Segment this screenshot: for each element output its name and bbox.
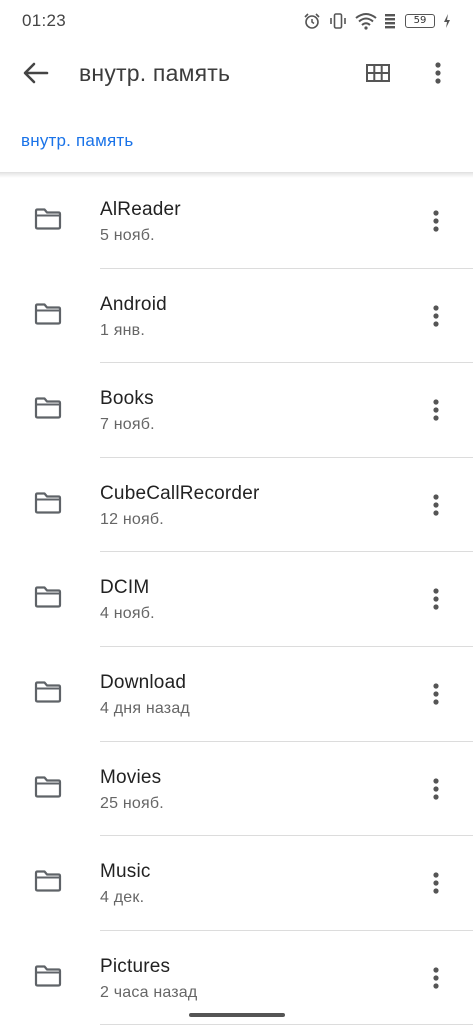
back-button[interactable] <box>20 59 52 87</box>
folder-icon <box>34 208 62 230</box>
charging-icon <box>443 14 451 28</box>
more-vert-icon <box>433 210 439 232</box>
item-more-button[interactable] <box>424 681 448 707</box>
folder-name: Books <box>100 388 154 410</box>
folder-name: DCIM <box>100 577 150 599</box>
vibrate-icon <box>329 12 347 30</box>
app-bar: внутр. память <box>0 42 473 104</box>
more-vert-icon <box>433 967 439 989</box>
list-item[interactable]: CubeCallRecorder 12 нояб. <box>0 458 473 553</box>
folder-date: 4 нояб. <box>100 605 155 623</box>
folder-icon <box>34 775 62 798</box>
more-vert-icon <box>433 777 439 800</box>
item-more-button[interactable] <box>424 776 448 802</box>
more-vert-icon <box>433 683 439 705</box>
item-more-button[interactable] <box>424 965 448 991</box>
item-more-button[interactable] <box>424 397 448 423</box>
arrow-back-icon <box>23 62 49 84</box>
folder-icon <box>34 397 62 419</box>
more-vert-icon <box>433 494 439 516</box>
folder-icon <box>34 870 62 892</box>
home-indicator[interactable] <box>189 1013 285 1017</box>
folder-name: AlReader <box>100 199 181 220</box>
folder-list: AlReader 5 нояб. Android 1 янв. Books 7 нояб.… <box>0 174 473 1025</box>
folder-name: Movies <box>100 766 162 788</box>
list-item[interactable]: Download 4 дня назад <box>0 647 473 742</box>
breadcrumb[interactable]: внутр. память <box>21 131 133 151</box>
list-item[interactable]: Pictures 2 часа назад <box>0 931 473 1025</box>
status-bar: 01:23 59 <box>0 0 473 42</box>
list-item[interactable]: Android 1 янв. <box>0 269 473 364</box>
folder-name: CubeCallRecorder <box>100 482 260 504</box>
alarm-icon <box>303 12 321 30</box>
item-more-button[interactable] <box>424 870 448 896</box>
item-more-button[interactable] <box>424 303 448 329</box>
more-options-button[interactable] <box>426 59 450 87</box>
folder-name: Music <box>100 861 151 883</box>
folder-name: Download <box>100 671 187 693</box>
list-item[interactable]: AlReader 5 нояб. <box>0 174 473 269</box>
battery-level: 59 <box>413 15 427 26</box>
folder-date: 5 нояб. <box>100 227 155 244</box>
folder-icon <box>34 586 62 608</box>
list-item[interactable]: DCIM 4 нояб. <box>0 552 473 647</box>
status-time: 01:23 <box>22 11 67 30</box>
item-more-button[interactable] <box>424 208 448 234</box>
folder-date: 25 нояб. <box>100 794 164 812</box>
more-vert-icon <box>433 588 439 610</box>
folder-date: 12 нояб. <box>100 510 164 528</box>
battery-icon: 59 <box>405 14 435 28</box>
list-item[interactable]: Music 4 дек. <box>0 836 473 931</box>
folder-name: Android <box>100 293 167 315</box>
item-more-button[interactable] <box>424 492 448 518</box>
folder-date: 4 дек. <box>100 889 145 907</box>
status-icons: 59 <box>303 12 451 30</box>
more-vert-icon <box>435 62 441 84</box>
wifi-icon <box>355 12 377 30</box>
item-more-button[interactable] <box>424 586 448 612</box>
folder-icon <box>34 681 62 703</box>
more-vert-icon <box>433 872 439 894</box>
folder-date: 2 часа назад <box>100 983 198 1001</box>
grid-view-icon <box>366 64 390 82</box>
folder-icon <box>34 492 62 514</box>
folder-date: 1 янв. <box>100 321 145 339</box>
list-item[interactable]: Movies 25 нояб. <box>0 742 473 837</box>
folder-name: Pictures <box>100 955 171 977</box>
folder-icon <box>34 965 62 987</box>
more-vert-icon <box>433 399 439 421</box>
signal-icon <box>385 12 397 30</box>
more-vert-icon <box>433 304 439 327</box>
folder-date: 7 нояб. <box>100 416 155 434</box>
grid-view-button[interactable] <box>364 61 392 85</box>
folder-date: 4 дня назад <box>100 699 190 717</box>
page-title: внутр. память <box>79 60 231 86</box>
folder-icon <box>34 302 62 325</box>
list-item[interactable]: Books 7 нояб. <box>0 363 473 458</box>
